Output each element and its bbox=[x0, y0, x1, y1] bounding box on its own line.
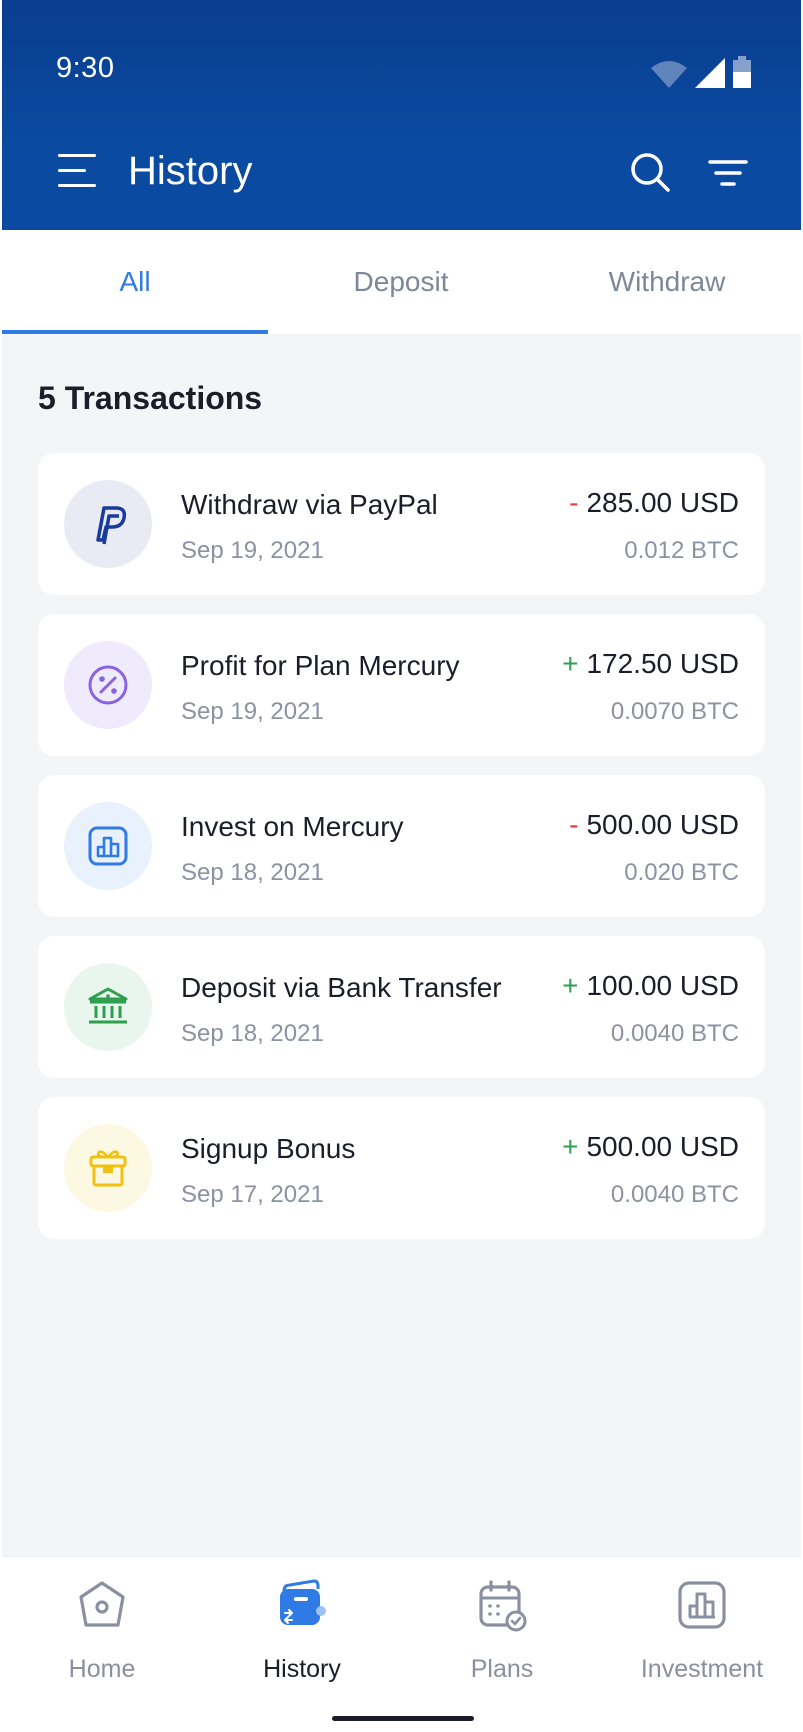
transaction-date: Sep 18, 2021 bbox=[181, 859, 324, 886]
transaction-icon-wrap bbox=[64, 641, 152, 729]
amount-sign: + bbox=[562, 648, 579, 679]
amount-value: 500.00 USD bbox=[586, 1131, 739, 1162]
tab-all[interactable]: All bbox=[2, 230, 268, 334]
nav-plans-label: Plans bbox=[470, 1655, 534, 1683]
transaction-amount: -285.00 USD bbox=[569, 487, 739, 519]
transaction-card[interactable]: Deposit via Bank Transfer Sep 18, 2021 +… bbox=[38, 936, 765, 1078]
tab-bar: All Deposit Withdraw bbox=[2, 230, 801, 334]
transaction-btc: 0.0040 BTC bbox=[610, 1181, 739, 1208]
transaction-btc: 0.0070 BTC bbox=[610, 698, 739, 725]
transaction-count: 5 Transactions bbox=[38, 380, 263, 416]
amount-value: 500.00 USD bbox=[586, 809, 739, 840]
transaction-amount: +100.00 USD bbox=[562, 970, 739, 1002]
transaction-icon-wrap bbox=[64, 480, 152, 568]
investment-icon bbox=[678, 1581, 726, 1629]
nav-history-label: History bbox=[263, 1655, 341, 1683]
transaction-date: Sep 19, 2021 bbox=[181, 698, 324, 725]
transaction-title: Invest on Mercury bbox=[181, 811, 404, 842]
transaction-date: Sep 18, 2021 bbox=[181, 1020, 324, 1047]
tab-indicator bbox=[2, 330, 268, 334]
amount-value: 100.00 USD bbox=[586, 970, 739, 1001]
transaction-icon-wrap bbox=[64, 963, 152, 1051]
transaction-btc: 0.012 BTC bbox=[624, 537, 739, 564]
transaction-card[interactable]: Signup Bonus Sep 17, 2021 +500.00 USD 0.… bbox=[38, 1097, 765, 1239]
amount-sign: - bbox=[569, 809, 579, 840]
home-indicator bbox=[332, 1716, 474, 1721]
gift-icon bbox=[89, 1150, 127, 1187]
transaction-card[interactable]: Invest on Mercury Sep 18, 2021 -500.00 U… bbox=[38, 775, 765, 917]
nav-history[interactable]: History bbox=[202, 1557, 402, 1707]
amount-value: 285.00 USD bbox=[586, 487, 739, 518]
amount-value: 172.50 USD bbox=[586, 648, 739, 679]
transaction-date: Sep 17, 2021 bbox=[181, 1181, 324, 1208]
transaction-title: Signup Bonus bbox=[181, 1133, 356, 1164]
percent-icon bbox=[88, 665, 128, 705]
transaction-title: Profit for Plan Mercury bbox=[181, 650, 460, 681]
menu-button[interactable] bbox=[58, 154, 96, 188]
transaction-card[interactable]: Withdraw via PayPal Sep 19, 2021 -285.00… bbox=[38, 453, 765, 595]
nav-home-label: Home bbox=[68, 1655, 136, 1683]
menu-icon bbox=[58, 154, 96, 157]
app-screen: 9:30 History All Deposit Withdraw 5 Tran… bbox=[2, 0, 801, 1732]
page-title: History bbox=[128, 149, 253, 193]
status-icons bbox=[651, 56, 751, 88]
nav-investment[interactable]: Investment bbox=[602, 1557, 801, 1707]
transaction-title: Withdraw via PayPal bbox=[181, 489, 438, 520]
bank-icon bbox=[88, 987, 128, 1024]
nav-home[interactable]: Home bbox=[2, 1557, 202, 1707]
amount-sign: + bbox=[562, 970, 579, 1001]
filter-icon[interactable] bbox=[708, 158, 748, 188]
home-icon bbox=[79, 1581, 125, 1627]
bottom-navigation: Home History Plans Investment bbox=[2, 1556, 801, 1732]
wifi-icon bbox=[651, 61, 687, 88]
battery-icon bbox=[733, 56, 751, 88]
tab-deposit[interactable]: Deposit bbox=[268, 230, 534, 334]
amount-sign: - bbox=[569, 487, 579, 518]
transaction-btc: 0.0040 BTC bbox=[610, 1020, 739, 1047]
search-icon[interactable] bbox=[629, 151, 671, 193]
status-time: 9:30 bbox=[56, 52, 115, 84]
transaction-title: Deposit via Bank Transfer bbox=[181, 972, 502, 1003]
transaction-card[interactable]: Profit for Plan Mercury Sep 19, 2021 +17… bbox=[38, 614, 765, 756]
chart-icon bbox=[88, 826, 128, 866]
nav-plans[interactable]: Plans bbox=[402, 1557, 602, 1707]
wallet-icon bbox=[280, 1579, 326, 1625]
nav-investment-label: Investment bbox=[640, 1655, 764, 1683]
calendar-icon bbox=[479, 1580, 527, 1632]
signal-icon bbox=[695, 58, 725, 88]
transaction-amount: +500.00 USD bbox=[562, 1131, 739, 1163]
transaction-date: Sep 19, 2021 bbox=[181, 537, 324, 564]
transaction-icon-wrap bbox=[64, 1124, 152, 1212]
transaction-btc: 0.020 BTC bbox=[624, 859, 739, 886]
app-header: 9:30 History bbox=[2, 0, 801, 230]
transaction-amount: -500.00 USD bbox=[569, 809, 739, 841]
transaction-amount: +172.50 USD bbox=[562, 648, 739, 680]
transaction-icon-wrap bbox=[64, 802, 152, 890]
tab-withdraw[interactable]: Withdraw bbox=[534, 230, 800, 334]
amount-sign: + bbox=[562, 1131, 579, 1162]
paypal-icon bbox=[96, 506, 127, 545]
